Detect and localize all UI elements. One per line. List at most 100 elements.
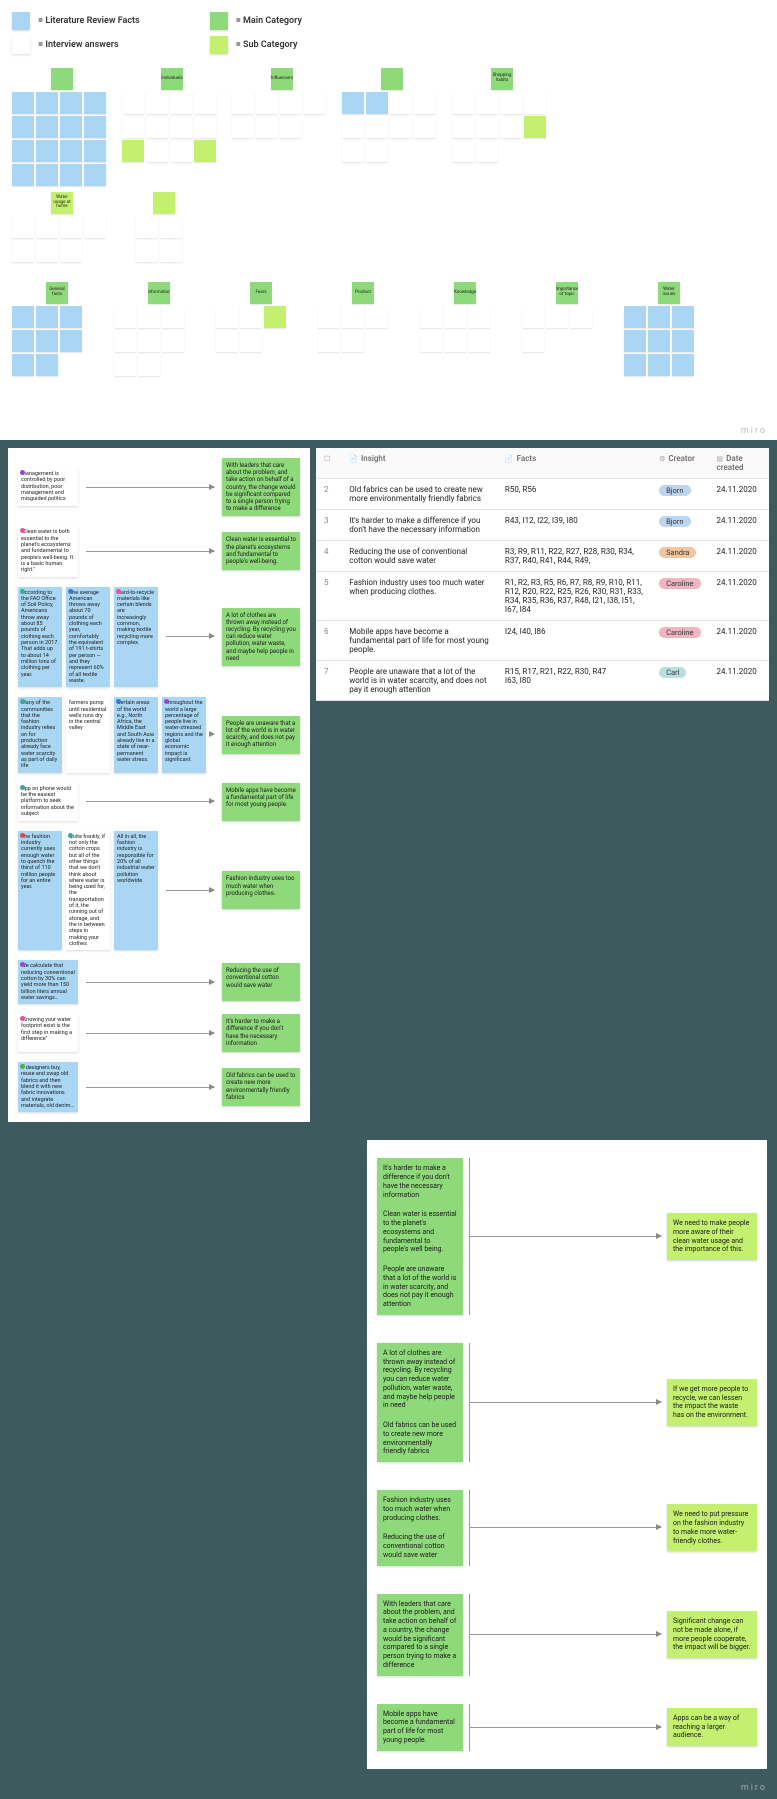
sticky-note[interactable] bbox=[194, 140, 216, 162]
sticky-note[interactable] bbox=[84, 116, 106, 138]
sticky-note[interactable] bbox=[264, 306, 286, 328]
sticky-note[interactable] bbox=[240, 330, 262, 352]
sticky-note[interactable] bbox=[444, 330, 466, 352]
sticky-note[interactable] bbox=[280, 92, 302, 114]
sticky-note[interactable] bbox=[12, 216, 34, 238]
sticky-note[interactable] bbox=[414, 116, 436, 138]
sticky-note[interactable] bbox=[36, 354, 58, 376]
sticky-note[interactable] bbox=[342, 116, 364, 138]
insight-note[interactable]: It's harder to make a difference if you … bbox=[377, 1158, 463, 1205]
sticky-note[interactable] bbox=[624, 306, 646, 328]
table-row[interactable]: 3It's harder to make a difference if you… bbox=[316, 510, 769, 541]
fact-note[interactable]: Certain areas of the world e.g., North A… bbox=[114, 697, 158, 772]
sticky-note[interactable] bbox=[36, 92, 58, 114]
hmw-note[interactable]: We need to make people more aware of the… bbox=[667, 1213, 757, 1260]
sticky-note[interactable] bbox=[36, 240, 58, 262]
hmw-note[interactable]: If we get more people to recycle, we can… bbox=[667, 1379, 757, 1426]
sticky-note[interactable] bbox=[122, 116, 144, 138]
fact-note[interactable]: We calculate that reducing conventional … bbox=[18, 960, 78, 1004]
sticky-note[interactable] bbox=[390, 92, 412, 114]
sticky-note[interactable] bbox=[36, 306, 58, 328]
fact-note[interactable]: Many of the communities that the fashion… bbox=[18, 697, 62, 772]
insight-note[interactable]: Fashion industry uses too much water whe… bbox=[222, 871, 300, 909]
fact-note[interactable]: The average American throws away about 7… bbox=[66, 587, 110, 688]
sticky-note[interactable] bbox=[366, 306, 388, 328]
insight-note[interactable]: Clean water is essential to the planet's… bbox=[377, 1204, 463, 1260]
insight-note[interactable]: Old fabrics can be used to create new mo… bbox=[222, 1068, 300, 1106]
sticky-note[interactable] bbox=[60, 140, 82, 162]
sticky-note[interactable] bbox=[468, 306, 490, 328]
sticky-note[interactable] bbox=[162, 306, 184, 328]
sticky-note[interactable] bbox=[114, 330, 136, 352]
sticky-note[interactable] bbox=[280, 116, 302, 138]
fact-note[interactable]: Hard-to-recycle materials like certain b… bbox=[114, 587, 158, 688]
fact-note[interactable]: "Knowing your water footprint exist is t… bbox=[18, 1014, 78, 1052]
col-facts[interactable]: 📄Facts bbox=[497, 448, 651, 479]
sticky-note[interactable] bbox=[114, 354, 136, 376]
insight-note[interactable]: A lot of clothes are thrown away instead… bbox=[222, 608, 300, 666]
sticky-note[interactable] bbox=[36, 116, 58, 138]
fact-note[interactable]: Quite frankly, if not only the cotton cr… bbox=[66, 831, 110, 951]
sticky-note[interactable] bbox=[342, 140, 364, 162]
sticky-note[interactable] bbox=[170, 140, 192, 162]
sticky-note[interactable] bbox=[12, 240, 34, 262]
sticky-note[interactable] bbox=[624, 330, 646, 352]
insight-note[interactable]: A lot of clothes are thrown away instead… bbox=[377, 1343, 463, 1416]
sticky-note[interactable] bbox=[36, 330, 58, 352]
sticky-note[interactable] bbox=[12, 140, 34, 162]
sticky-note[interactable] bbox=[60, 240, 82, 262]
table-row[interactable]: 4Reducing the use of conventional cotton… bbox=[316, 541, 769, 572]
sticky-note[interactable] bbox=[162, 330, 184, 352]
sticky-note[interactable] bbox=[60, 330, 82, 352]
sticky-note[interactable] bbox=[648, 354, 670, 376]
fact-note[interactable]: management is controlled by poor distrib… bbox=[18, 468, 78, 506]
insight-note[interactable]: Reducing the use of conventional cotton … bbox=[222, 963, 300, 1001]
table-row[interactable]: 7People are unaware that a lot of the wo… bbox=[316, 661, 769, 701]
sticky-note[interactable] bbox=[136, 240, 158, 262]
fact-note[interactable]: If designers buy, reuse and swap old fab… bbox=[18, 1062, 78, 1112]
sticky-note[interactable] bbox=[342, 92, 364, 114]
sticky-note[interactable] bbox=[522, 330, 544, 352]
sticky-note[interactable] bbox=[122, 140, 144, 162]
sticky-note[interactable] bbox=[194, 116, 216, 138]
sticky-note[interactable] bbox=[476, 116, 498, 138]
sticky-note[interactable] bbox=[672, 330, 694, 352]
fact-note[interactable]: Throughout the world a large percentage … bbox=[162, 697, 206, 772]
insight-note[interactable]: Old fabrics can be used to create new mo… bbox=[377, 1415, 463, 1462]
sticky-note[interactable] bbox=[624, 354, 646, 376]
sticky-note[interactable] bbox=[232, 92, 254, 114]
sticky-note[interactable] bbox=[84, 164, 106, 186]
sticky-note[interactable] bbox=[216, 330, 238, 352]
sticky-note[interactable] bbox=[232, 116, 254, 138]
sticky-note[interactable] bbox=[570, 306, 592, 328]
sticky-note[interactable] bbox=[476, 140, 498, 162]
sticky-note[interactable] bbox=[160, 240, 182, 262]
sticky-note[interactable] bbox=[256, 92, 278, 114]
sticky-note[interactable] bbox=[342, 330, 364, 352]
sticky-note[interactable] bbox=[84, 216, 106, 238]
sticky-note[interactable] bbox=[114, 306, 136, 328]
insight-note[interactable]: People are unaware that a lot of the wor… bbox=[222, 716, 300, 754]
col-date[interactable]: ▤Date created bbox=[709, 448, 769, 479]
sticky-note[interactable] bbox=[60, 306, 82, 328]
insight-note[interactable]: It's harder to make a difference if you … bbox=[222, 1014, 300, 1052]
sticky-note[interactable] bbox=[12, 330, 34, 352]
sticky-note[interactable] bbox=[84, 92, 106, 114]
sticky-note[interactable] bbox=[256, 116, 278, 138]
sticky-note[interactable] bbox=[366, 140, 388, 162]
sticky-note[interactable] bbox=[84, 140, 106, 162]
fact-note[interactable]: All in all, the fashion industry is resp… bbox=[114, 831, 158, 951]
sticky-note[interactable] bbox=[160, 216, 182, 238]
sticky-note[interactable] bbox=[342, 306, 364, 328]
sticky-note[interactable] bbox=[524, 92, 546, 114]
table-row[interactable]: 2Old fabrics can be used to create new m… bbox=[316, 479, 769, 510]
sticky-note[interactable] bbox=[60, 216, 82, 238]
insight-note[interactable]: With leaders that care about the problem… bbox=[377, 1594, 463, 1676]
sticky-note[interactable] bbox=[138, 306, 160, 328]
sticky-note[interactable] bbox=[444, 306, 466, 328]
sticky-note[interactable] bbox=[12, 116, 34, 138]
insight-note[interactable]: Mobile apps have become a fundamental pa… bbox=[377, 1704, 463, 1751]
sticky-note[interactable] bbox=[500, 92, 522, 114]
sticky-note[interactable] bbox=[170, 92, 192, 114]
sticky-note[interactable] bbox=[500, 116, 522, 138]
